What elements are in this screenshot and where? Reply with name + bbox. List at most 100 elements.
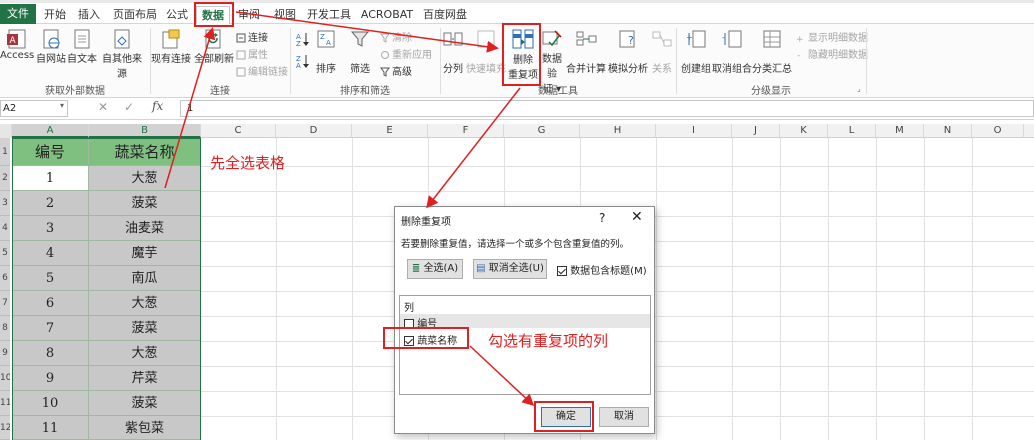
hide-detail-button[interactable]: - 隐藏明细数据 [796, 46, 868, 61]
row-header[interactable]: 9 [0, 341, 10, 366]
column-header-h[interactable]: H [580, 124, 656, 138]
column-header-g[interactable]: G [504, 124, 580, 138]
advanced-filter-button[interactable]: 高级 [380, 63, 412, 78]
help-icon[interactable]: ? [599, 211, 605, 225]
group-label-sort-filter: 排序和筛选 [340, 86, 390, 97]
row-header[interactable]: 1 [0, 138, 10, 166]
tab-page-layout[interactable]: 页面布局 [112, 6, 158, 24]
tab-file[interactable]: 文件 [0, 4, 36, 24]
column-header-e[interactable]: E [352, 124, 428, 138]
flash-fill-button[interactable]: 快速填充 [466, 28, 506, 75]
unselect-all-button[interactable]: ▤ 取消全选(U) [473, 259, 547, 279]
grid-line [352, 138, 353, 440]
tab-baidu-netdisk[interactable]: 百度网盘 [420, 6, 470, 24]
reapply-button[interactable]: 重新应用 [380, 46, 432, 61]
subtotal-button[interactable]: 分类汇总 [752, 28, 792, 75]
column-list-header: 列 [404, 303, 414, 314]
column-header-k[interactable]: K [780, 124, 828, 138]
confirm-entry-icon[interactable]: ✓ [124, 100, 134, 114]
column-header-o[interactable]: O [972, 124, 1024, 138]
row-header[interactable]: 8 [0, 316, 10, 341]
annotation-box-ok-button [534, 401, 594, 432]
filter-button[interactable]: 筛选 [345, 28, 375, 75]
row-header[interactable]: 7 [0, 291, 10, 316]
show-detail-button[interactable]: + 显示明细数据 [796, 29, 868, 45]
formula-input[interactable]: 1 [180, 100, 1034, 117]
from-text-button[interactable]: 自文本 [67, 28, 97, 65]
tab-developer[interactable]: 开发工具 [306, 6, 352, 24]
select-all-button[interactable]: ≣ 全选(A) [407, 259, 463, 279]
column-header-d[interactable]: D [276, 124, 352, 138]
row-header[interactable]: 11 [0, 391, 10, 416]
show-detail-icon: + [796, 35, 804, 45]
ungroup-button[interactable]: - 取消组合 [712, 28, 752, 75]
edit-links-button[interactable]: 编辑链接 [236, 63, 288, 78]
consolidate-button[interactable]: 合并计算 [566, 28, 606, 75]
insert-function-icon[interactable]: fx [152, 99, 163, 113]
refresh-icon [205, 29, 221, 49]
cancel-button[interactable]: 取消 [599, 407, 649, 427]
refresh-all-button[interactable]: 全部刷新 [194, 28, 234, 65]
existing-connections-button[interactable]: 现有连接 [151, 28, 191, 65]
group-label-external-data: 获取外部数据 [45, 86, 105, 97]
row-header[interactable]: 2 [0, 166, 10, 191]
svg-text:?: ? [628, 34, 634, 47]
access-icon: A [7, 29, 26, 49]
annotation-step2-text: 勾选有重复项的列 [488, 332, 609, 350]
tab-view[interactable]: 视图 [272, 6, 298, 24]
sort-az-icon: AZ [296, 33, 309, 48]
clear-filter-button[interactable]: 清除 [380, 29, 412, 44]
row-header[interactable]: 5 [0, 241, 10, 266]
ungroup-rows-icon: - [722, 30, 742, 48]
row-header[interactable]: 10 [0, 366, 10, 391]
svg-text:Z: Z [296, 40, 301, 46]
text-to-columns-button[interactable]: 分列 [442, 28, 464, 75]
from-web-button[interactable]: 自网站 [36, 28, 66, 65]
row-header[interactable]: 12 [0, 416, 10, 440]
sort-button[interactable]: ZA 排序 [313, 28, 339, 75]
has-headers-check[interactable] [557, 266, 567, 276]
group-button[interactable]: + 创建组 [680, 28, 712, 75]
column-header-a[interactable]: A [12, 124, 89, 138]
properties-button[interactable]: 属性 [236, 46, 268, 61]
column-header-m[interactable]: M [876, 124, 924, 138]
row-header[interactable]: 4 [0, 216, 10, 241]
select-all-corner[interactable] [0, 124, 12, 138]
column-header-i[interactable]: I [656, 124, 732, 138]
connections-button[interactable]: 连接 [236, 29, 268, 44]
tab-acrobat[interactable]: ACROBAT [360, 6, 414, 24]
dialog-title: 删除重复项 [401, 217, 451, 228]
column-header-c[interactable]: C [201, 124, 276, 138]
tab-formulas[interactable]: 公式 [164, 6, 190, 24]
column-header-f[interactable]: F [428, 124, 504, 138]
tab-home[interactable]: 开始 [42, 6, 68, 24]
sort-ascending-button[interactable]: AZ [296, 32, 312, 48]
has-headers-checkbox[interactable]: 数据包含标题(M) [557, 262, 647, 277]
name-box-dropdown-icon[interactable]: ▾ [60, 101, 64, 110]
properties-icon [236, 50, 246, 60]
tab-review[interactable]: 审阅 [236, 6, 262, 24]
tab-insert[interactable]: 插入 [76, 6, 102, 24]
row-header[interactable]: 3 [0, 191, 10, 216]
from-access-button[interactable]: A Access [0, 28, 34, 61]
name-box[interactable]: A2 [0, 100, 68, 117]
close-icon[interactable]: ✕ [631, 209, 643, 225]
group-label-connections: 连接 [210, 86, 230, 97]
what-if-analysis-button[interactable]: ? 模拟分析 [608, 28, 648, 75]
column-header-l[interactable]: L [828, 124, 876, 138]
sort-descending-button[interactable]: ZA [296, 54, 312, 70]
column-header-j[interactable]: J [732, 124, 780, 138]
from-other-sources-button[interactable]: 自其他来源 [98, 28, 146, 80]
sort-dialog-icon: ZA [317, 30, 335, 48]
row-header[interactable]: 6 [0, 266, 10, 291]
column-header-b[interactable]: B [89, 124, 201, 138]
annotation-box-checked-column [383, 327, 469, 349]
text-to-columns-icon [443, 32, 463, 46]
column-header-n[interactable]: N [924, 124, 972, 138]
cancel-entry-icon[interactable]: ✕ [98, 100, 108, 114]
annotation-box-data-tab [194, 2, 234, 27]
relationships-button[interactable]: 关系 [650, 28, 674, 75]
svg-text:A: A [296, 62, 301, 68]
data-validation-icon [542, 30, 562, 47]
dialog-launcher-icon[interactable]: ⌟ [857, 84, 861, 93]
